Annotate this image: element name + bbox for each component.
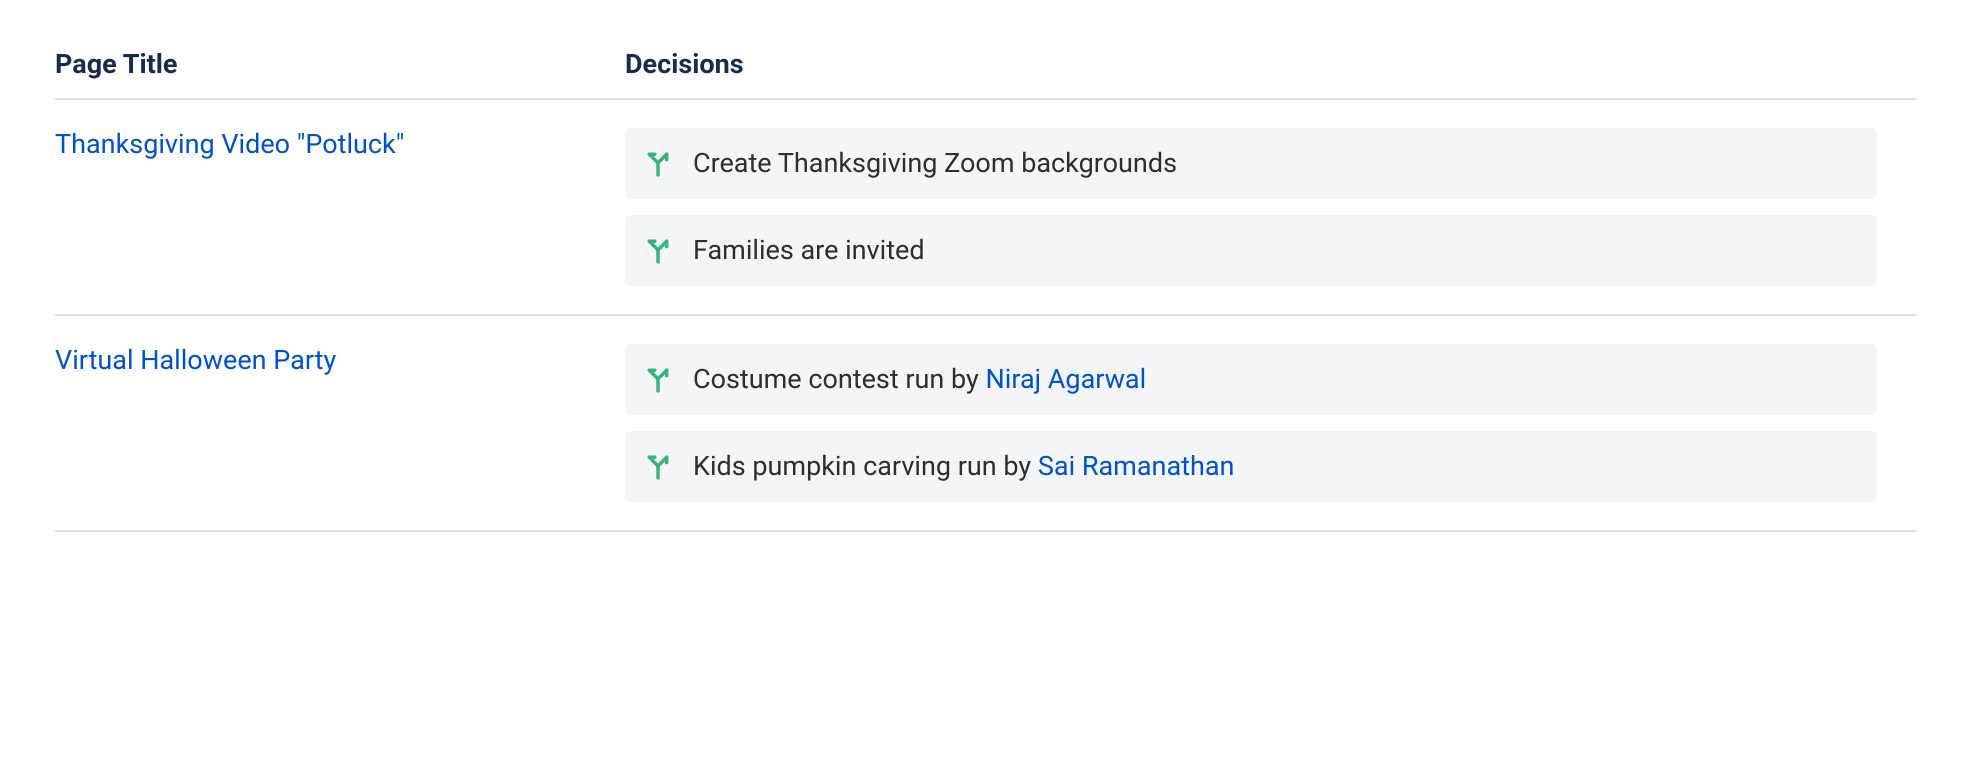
decision-item: Create Thanksgiving Zoom backgrounds [625, 128, 1877, 199]
user-mention-link[interactable]: Sai Ramanathan [1038, 450, 1235, 482]
header-decisions: Decisions [625, 40, 1917, 99]
decision-item: Families are invited [625, 215, 1877, 286]
page-title-link[interactable]: Thanksgiving Video "Potluck" [55, 128, 404, 160]
decision-icon [645, 367, 671, 393]
decision-list: Costume contest run by Niraj Agarwal [625, 344, 1917, 502]
decision-item: Costume contest run by Niraj Agarwal [625, 344, 1877, 415]
header-page-title: Page Title [55, 40, 625, 99]
decision-text: Costume contest run by Niraj Agarwal [693, 362, 1857, 397]
table-header-row: Page Title Decisions [55, 40, 1917, 99]
decision-text: Families are invited [693, 233, 1857, 268]
table-row: Virtual Halloween Party [55, 315, 1917, 531]
user-mention-link[interactable]: Niraj Agarwal [986, 363, 1147, 395]
page-title-link[interactable]: Virtual Halloween Party [55, 344, 336, 376]
decision-icon [645, 454, 671, 480]
decisions-table: Page Title Decisions Thanksgiving Video … [55, 40, 1917, 532]
decision-icon [645, 238, 671, 264]
decision-item: Kids pumpkin carving run by Sai Ramanath… [625, 431, 1877, 502]
table-row: Thanksgiving Video "Potluck" [55, 99, 1917, 315]
decision-list: Create Thanksgiving Zoom backgrounds [625, 128, 1917, 286]
decision-icon [645, 151, 671, 177]
decision-text: Create Thanksgiving Zoom backgrounds [693, 146, 1857, 181]
decision-text: Kids pumpkin carving run by Sai Ramanath… [693, 449, 1857, 484]
